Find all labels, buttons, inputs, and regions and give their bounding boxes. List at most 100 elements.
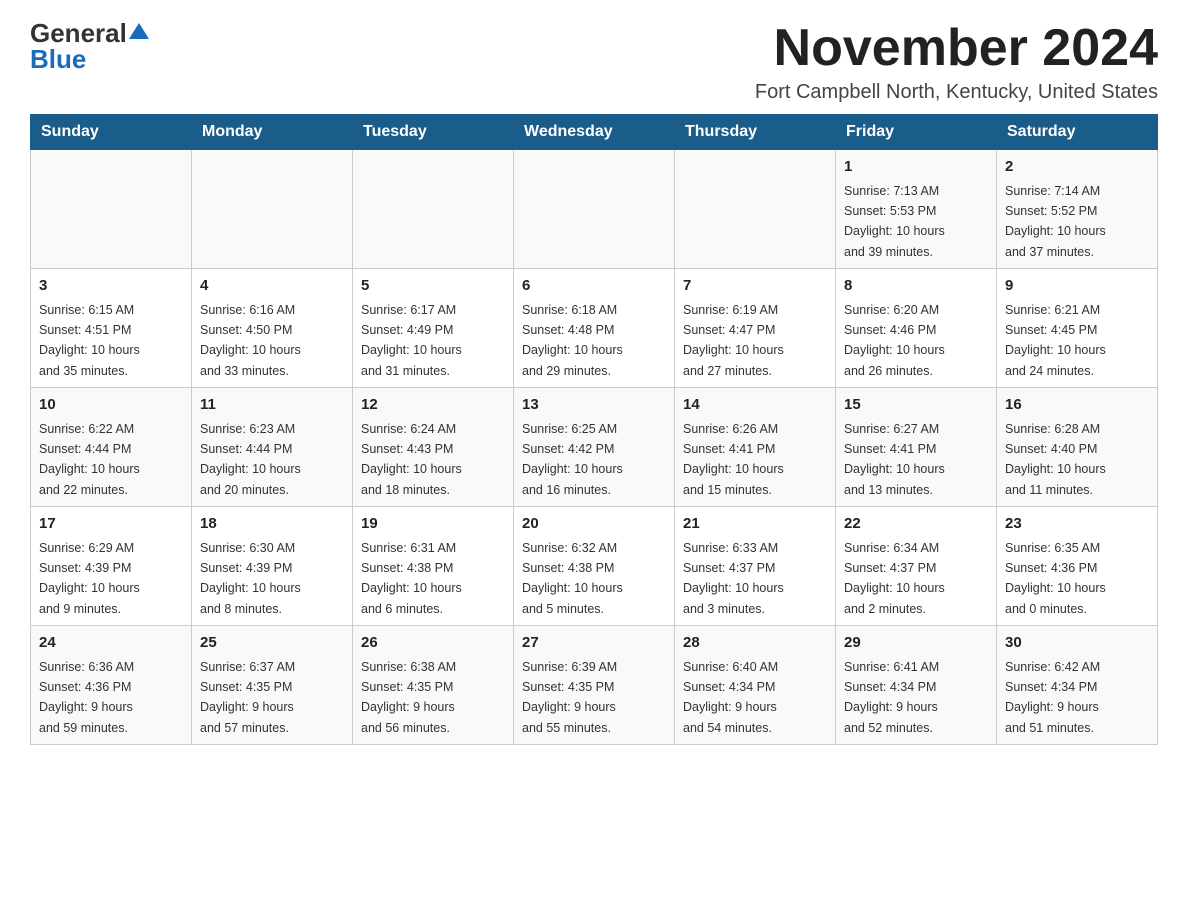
weekday-header-wednesday: Wednesday <box>514 115 675 150</box>
day-number: 18 <box>200 513 344 536</box>
calendar-cell: 20 Sunrise: 6:32 AMSunset: 4:38 PMDayligh… <box>514 507 675 626</box>
calendar-cell <box>514 150 675 269</box>
day-info: Sunrise: 6:33 AMSunset: 4:37 PMDaylight:… <box>683 541 784 616</box>
day-info: Sunrise: 6:25 AMSunset: 4:42 PMDaylight:… <box>522 422 623 497</box>
logo-general-text: General <box>30 20 127 46</box>
calendar-cell: 19Sunrise: 6:31 AMSunset: 4:38 PMDayligh… <box>353 507 514 626</box>
day-info: Sunrise: 6:26 AMSunset: 4:41 PMDaylight:… <box>683 422 784 497</box>
calendar-cell: 9 Sunrise: 6:21 AMSunset: 4:45 PMDaylight… <box>997 269 1158 388</box>
day-number: 19 <box>361 513 505 536</box>
day-info: Sunrise: 6:35 AMSunset: 4:36 PMDaylight:… <box>1005 541 1106 616</box>
weekday-header-saturday: Saturday <box>997 115 1158 150</box>
day-info: Sunrise: 6:32 AMSunset: 4:38 PMDaylight:… <box>522 541 623 616</box>
calendar-table: SundayMondayTuesdayWednesdayThursdayFrid… <box>30 114 1158 745</box>
day-number: 22 <box>844 513 988 536</box>
calendar-week-row: 3 Sunrise: 6:15 AMSunset: 4:51 PMDaylight… <box>31 269 1158 388</box>
calendar-cell: 18 Sunrise: 6:30 AMSunset: 4:39 PMDayligh… <box>192 507 353 626</box>
day-info: Sunrise: 6:27 AMSunset: 4:41 PMDaylight:… <box>844 422 945 497</box>
day-number: 26 <box>361 632 505 655</box>
day-number: 11 <box>200 394 344 417</box>
day-number: 9 <box>1005 275 1149 298</box>
day-number: 30 <box>1005 632 1149 655</box>
day-info: Sunrise: 6:36 AMSunset: 4:36 PMDaylight:… <box>39 660 134 735</box>
day-info: Sunrise: 6:23 AMSunset: 4:44 PMDaylight:… <box>200 422 301 497</box>
calendar-cell <box>192 150 353 269</box>
day-info: Sunrise: 6:24 AMSunset: 4:43 PMDaylight:… <box>361 422 462 497</box>
logo: General Blue <box>30 20 149 72</box>
day-number: 16 <box>1005 394 1149 417</box>
month-title: November 2024 <box>755 20 1158 77</box>
day-number: 24 <box>39 632 183 655</box>
logo-blue-text: Blue <box>30 46 86 72</box>
day-number: 20 <box>522 513 666 536</box>
day-number: 21 <box>683 513 827 536</box>
day-info: Sunrise: 6:42 AMSunset: 4:34 PMDaylight:… <box>1005 660 1100 735</box>
day-number: 8 <box>844 275 988 298</box>
day-number: 15 <box>844 394 988 417</box>
calendar-cell <box>353 150 514 269</box>
header: General Blue November 2024 Fort Campbell… <box>30 20 1158 104</box>
calendar-cell: 27 Sunrise: 6:39 AMSunset: 4:35 PMDayligh… <box>514 626 675 745</box>
calendar-week-row: 24 Sunrise: 6:36 AMSunset: 4:36 PMDayligh… <box>31 626 1158 745</box>
day-info: Sunrise: 6:15 AMSunset: 4:51 PMDaylight:… <box>39 303 140 378</box>
day-info: Sunrise: 6:21 AMSunset: 4:45 PMDaylight:… <box>1005 303 1106 378</box>
calendar-body: 1Sunrise: 7:13 AMSunset: 5:53 PMDaylight… <box>31 150 1158 745</box>
calendar-week-row: 10 Sunrise: 6:22 AMSunset: 4:44 PMDayligh… <box>31 388 1158 507</box>
calendar-cell <box>31 150 192 269</box>
day-info: Sunrise: 6:22 AMSunset: 4:44 PMDaylight:… <box>39 422 140 497</box>
day-info: Sunrise: 6:41 AMSunset: 4:34 PMDaylight:… <box>844 660 939 735</box>
day-info: Sunrise: 6:29 AMSunset: 4:39 PMDaylight:… <box>39 541 140 616</box>
day-info: Sunrise: 6:28 AMSunset: 4:40 PMDaylight:… <box>1005 422 1106 497</box>
calendar-cell: 22 Sunrise: 6:34 AMSunset: 4:37 PMDayligh… <box>836 507 997 626</box>
calendar-cell: 4 Sunrise: 6:16 AMSunset: 4:50 PMDaylight… <box>192 269 353 388</box>
day-number: 27 <box>522 632 666 655</box>
day-info: Sunrise: 6:40 AMSunset: 4:34 PMDaylight:… <box>683 660 778 735</box>
calendar-week-row: 17 Sunrise: 6:29 AMSunset: 4:39 PMDayligh… <box>31 507 1158 626</box>
day-info: Sunrise: 6:39 AMSunset: 4:35 PMDaylight:… <box>522 660 617 735</box>
day-info: Sunrise: 6:17 AMSunset: 4:49 PMDaylight:… <box>361 303 462 378</box>
calendar-cell: 8 Sunrise: 6:20 AMSunset: 4:46 PMDaylight… <box>836 269 997 388</box>
day-info: Sunrise: 7:13 AMSunset: 5:53 PMDaylight:… <box>844 184 945 259</box>
calendar-header: SundayMondayTuesdayWednesdayThursdayFrid… <box>31 115 1158 150</box>
calendar-cell: 28 Sunrise: 6:40 AMSunset: 4:34 PMDayligh… <box>675 626 836 745</box>
calendar-cell: 2Sunrise: 7:14 AMSunset: 5:52 PMDaylight… <box>997 150 1158 269</box>
weekday-header-row: SundayMondayTuesdayWednesdayThursdayFrid… <box>31 115 1158 150</box>
day-info: Sunrise: 6:34 AMSunset: 4:37 PMDaylight:… <box>844 541 945 616</box>
calendar-cell: 26 Sunrise: 6:38 AMSunset: 4:35 PMDayligh… <box>353 626 514 745</box>
weekday-header-tuesday: Tuesday <box>353 115 514 150</box>
calendar-cell: 29Sunrise: 6:41 AMSunset: 4:34 PMDayligh… <box>836 626 997 745</box>
calendar-cell: 15 Sunrise: 6:27 AMSunset: 4:41 PMDayligh… <box>836 388 997 507</box>
calendar-cell: 7 Sunrise: 6:19 AMSunset: 4:47 PMDaylight… <box>675 269 836 388</box>
day-info: Sunrise: 6:19 AMSunset: 4:47 PMDaylight:… <box>683 303 784 378</box>
calendar-cell: 17 Sunrise: 6:29 AMSunset: 4:39 PMDayligh… <box>31 507 192 626</box>
calendar-cell: 12Sunrise: 6:24 AMSunset: 4:43 PMDayligh… <box>353 388 514 507</box>
day-info: Sunrise: 6:18 AMSunset: 4:48 PMDaylight:… <box>522 303 623 378</box>
calendar-cell: 21 Sunrise: 6:33 AMSunset: 4:37 PMDayligh… <box>675 507 836 626</box>
day-number: 6 <box>522 275 666 298</box>
day-number: 10 <box>39 394 183 417</box>
weekday-header-monday: Monday <box>192 115 353 150</box>
day-number: 25 <box>200 632 344 655</box>
calendar-cell: 3 Sunrise: 6:15 AMSunset: 4:51 PMDaylight… <box>31 269 192 388</box>
weekday-header-friday: Friday <box>836 115 997 150</box>
calendar-cell: 23Sunrise: 6:35 AMSunset: 4:36 PMDayligh… <box>997 507 1158 626</box>
weekday-header-thursday: Thursday <box>675 115 836 150</box>
calendar-cell: 30 Sunrise: 6:42 AMSunset: 4:34 PMDayligh… <box>997 626 1158 745</box>
weekday-header-sunday: Sunday <box>31 115 192 150</box>
day-info: Sunrise: 6:16 AMSunset: 4:50 PMDaylight:… <box>200 303 301 378</box>
calendar-cell: 10 Sunrise: 6:22 AMSunset: 4:44 PMDayligh… <box>31 388 192 507</box>
day-number: 14 <box>683 394 827 417</box>
location-title: Fort Campbell North, Kentucky, United St… <box>755 81 1158 104</box>
day-number: 3 <box>39 275 183 298</box>
calendar-week-row: 1Sunrise: 7:13 AMSunset: 5:53 PMDaylight… <box>31 150 1158 269</box>
calendar-cell: 16 Sunrise: 6:28 AMSunset: 4:40 PMDayligh… <box>997 388 1158 507</box>
day-info: Sunrise: 6:38 AMSunset: 4:35 PMDaylight:… <box>361 660 456 735</box>
day-info: Sunrise: 6:30 AMSunset: 4:39 PMDaylight:… <box>200 541 301 616</box>
day-number: 7 <box>683 275 827 298</box>
logo-triangle-icon <box>129 23 149 39</box>
day-number: 4 <box>200 275 344 298</box>
day-number: 28 <box>683 632 827 655</box>
calendar-cell: 14 Sunrise: 6:26 AMSunset: 4:41 PMDayligh… <box>675 388 836 507</box>
day-info: Sunrise: 6:20 AMSunset: 4:46 PMDaylight:… <box>844 303 945 378</box>
day-number: 17 <box>39 513 183 536</box>
